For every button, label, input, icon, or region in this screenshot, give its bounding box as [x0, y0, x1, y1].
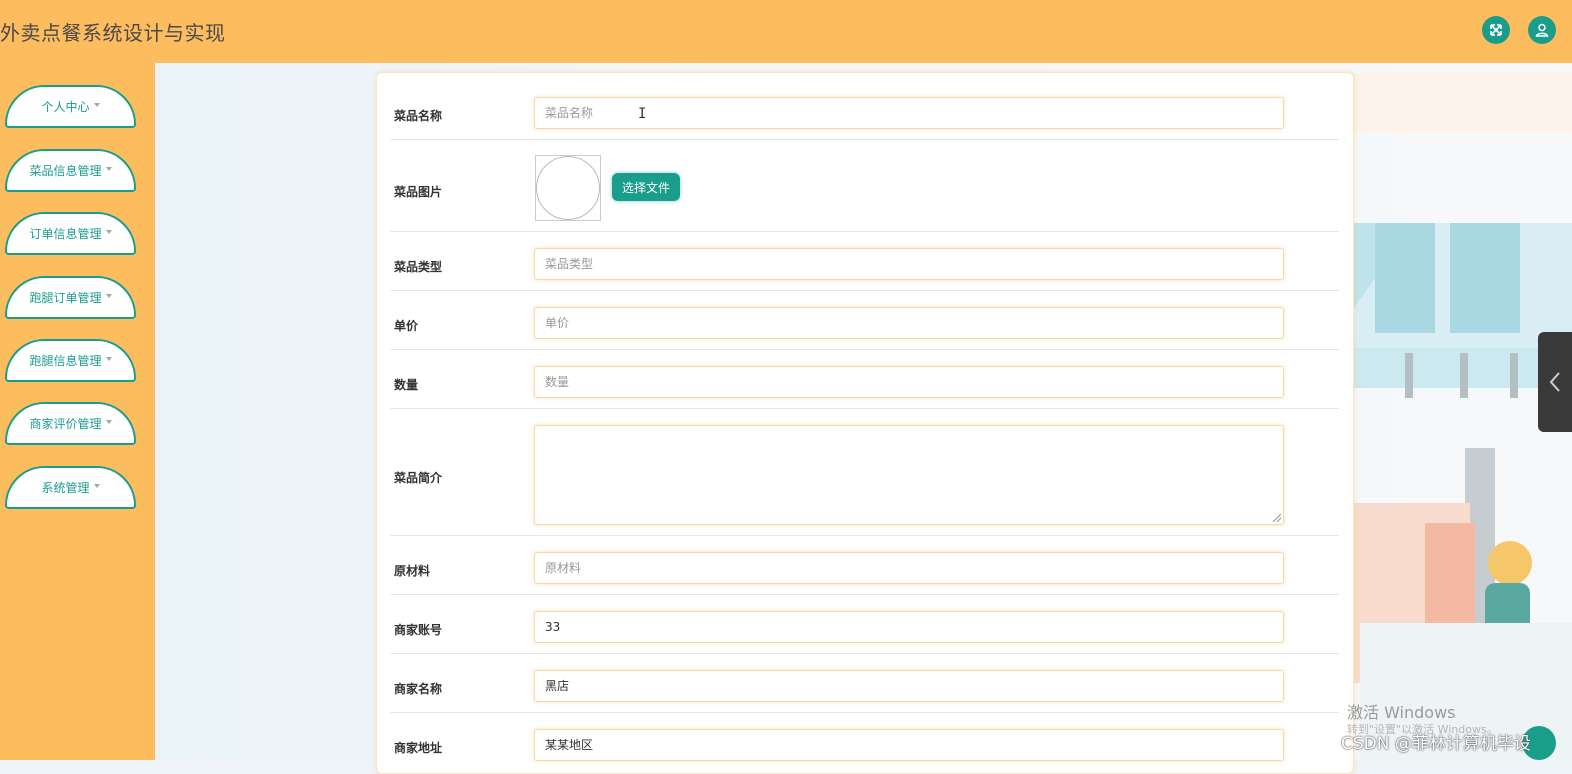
merchant-address-row: 商家地址 某某地区: [390, 712, 1339, 771]
material-label: 原材料: [394, 564, 431, 578]
quantity-input[interactable]: 数量: [534, 366, 1284, 398]
sidebar-item-personal-center[interactable]: 个人中心: [5, 85, 136, 128]
quantity-label: 数量: [394, 378, 419, 392]
side-panel-handle[interactable]: [1538, 332, 1572, 432]
sidebar-item-label: 菜品信息管理: [29, 164, 102, 178]
dish-image-row: 菜品图片 选择文件: [390, 139, 1339, 232]
sidebar-item-label: 商家评价管理: [29, 417, 102, 431]
merchant-account-input[interactable]: 33: [534, 611, 1284, 643]
dish-name-label: 菜品名称: [394, 109, 443, 123]
material-input[interactable]: 原材料: [534, 552, 1284, 584]
merchant-name-input[interactable]: 黑店: [534, 670, 1284, 702]
sidebar-item-errand-order[interactable]: 跑腿订单管理: [5, 276, 136, 319]
app-title: 外卖点餐系统设计与实现: [0, 21, 226, 45]
quantity-row: 数量 数量: [390, 349, 1339, 409]
caret-down-icon: [105, 166, 112, 171]
merchant-account-label: 商家账号: [394, 623, 443, 637]
caret-down-icon: [105, 229, 112, 234]
fullscreen-icon: [1490, 24, 1502, 36]
merchant-account-row: 商家账号 33: [390, 594, 1339, 654]
price-row: 单价 单价: [390, 290, 1339, 350]
merchant-name-row: 商家名称 黑店: [390, 653, 1339, 713]
dish-name-input[interactable]: 菜品名称: [534, 97, 1284, 129]
csdn-watermark: CSDN @菲林计算机毕设: [1341, 734, 1531, 754]
merchant-name-label: 商家名称: [394, 682, 443, 696]
material-row: 原材料 原材料: [390, 535, 1339, 595]
dish-name-row: 菜品名称 菜品名称: [390, 73, 1339, 140]
resize-grip-icon[interactable]: [1273, 514, 1281, 522]
dish-type-row: 菜品类型 菜品类型: [390, 231, 1339, 291]
intro-textarea[interactable]: [534, 425, 1284, 525]
sidebar-item-order-info[interactable]: 订单信息管理: [5, 212, 136, 255]
intro-row: 菜品简介: [390, 408, 1339, 536]
caret-down-icon: [93, 483, 100, 488]
dish-type-input[interactable]: 菜品类型: [534, 248, 1284, 280]
merchant-address-label: 商家地址: [394, 741, 443, 755]
merchant-address-input[interactable]: 某某地区: [534, 729, 1284, 761]
dish-image-preview: [535, 155, 601, 221]
sidebar-item-errand-info[interactable]: 跑腿信息管理: [5, 339, 136, 382]
user-icon: [1535, 23, 1549, 37]
sidebar-item-label: 个人中心: [41, 100, 90, 114]
sidebar-item-label: 系统管理: [41, 481, 90, 495]
sidebar-item-system[interactable]: 系统管理: [5, 466, 136, 509]
sidebar-item-merchant-review[interactable]: 商家评价管理: [5, 402, 136, 445]
dish-form-panel: 菜品名称 菜品名称 菜品图片 选择文件 菜品类型 菜品类型 单价 单价 数量 数…: [376, 72, 1354, 774]
caret-down-icon: [105, 356, 112, 361]
caret-down-icon: [105, 293, 112, 298]
caret-down-icon: [93, 102, 100, 107]
sidebar-item-label: 跑腿信息管理: [29, 354, 102, 368]
sidebar-item-label: 订单信息管理: [29, 227, 102, 241]
top-bar: 外卖点餐系统设计与实现: [0, 0, 1572, 63]
caret-down-icon: [105, 419, 112, 424]
dish-image-label: 菜品图片: [394, 185, 443, 199]
sidebar-item-label: 跑腿订单管理: [29, 291, 102, 305]
sidebar: 个人中心 菜品信息管理 订单信息管理 跑腿订单管理 跑腿信息管理 商家评价管理 …: [0, 63, 155, 760]
chevron-left-icon: [1549, 372, 1560, 392]
dish-type-label: 菜品类型: [394, 260, 443, 274]
user-button[interactable]: [1528, 16, 1556, 44]
intro-label: 菜品简介: [394, 471, 443, 485]
price-label: 单价: [394, 319, 419, 333]
fullscreen-button[interactable]: [1482, 16, 1510, 44]
choose-file-button[interactable]: 选择文件: [612, 173, 680, 201]
image-placeholder-icon: [536, 156, 600, 220]
price-input[interactable]: 单价: [534, 307, 1284, 339]
windows-activate-watermark: 激活 Windows: [1347, 703, 1456, 722]
text-cursor-icon: I: [638, 106, 647, 122]
sidebar-item-dish-info[interactable]: 菜品信息管理: [5, 149, 136, 192]
